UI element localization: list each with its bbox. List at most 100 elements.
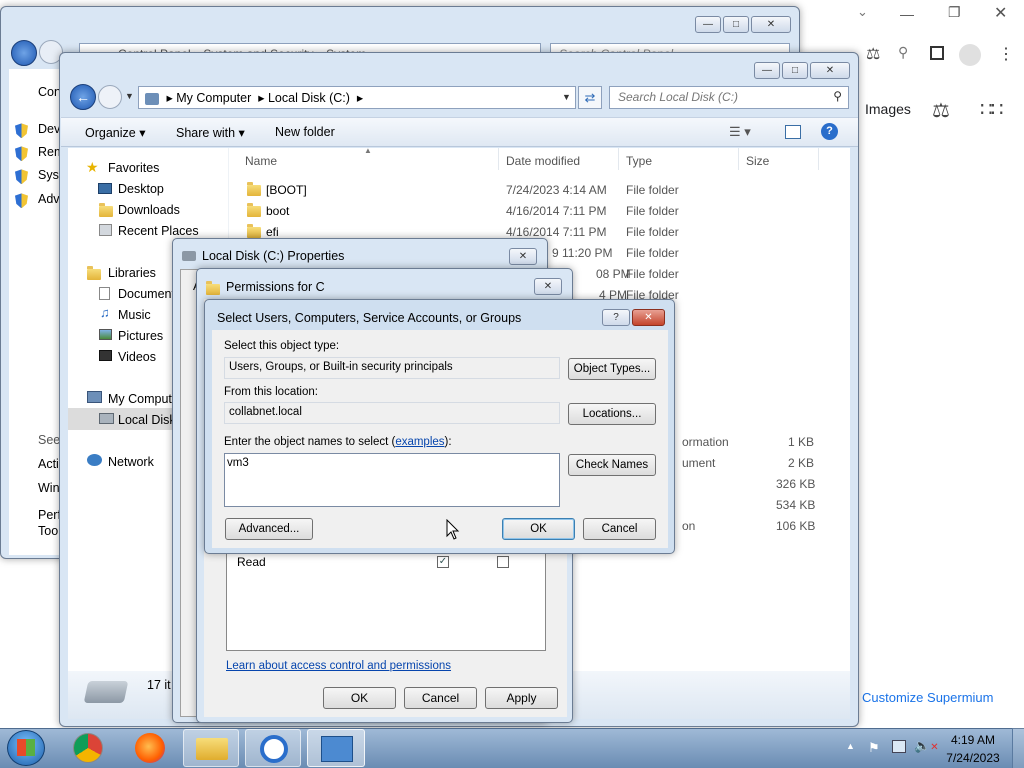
nav-libraries[interactable]: Libraries	[108, 266, 156, 280]
object-type-field: Users, Groups, or Built-in security prin…	[224, 357, 560, 379]
breadcrumb-local-disk[interactable]: Local Disk (C:)	[268, 91, 350, 105]
permissions-close-button[interactable]: ✕	[534, 278, 562, 295]
nav-music[interactable]: Music	[118, 308, 151, 322]
nav-my-computer[interactable]: My Comput	[108, 392, 172, 406]
allow-read-checkbox[interactable]: ✓	[437, 556, 449, 568]
labs-flask-icon[interactable]: ⚖	[866, 44, 880, 64]
properties-cancel-button[interactable]: Cancel	[404, 687, 477, 709]
labs-icon[interactable]: ⚖	[932, 98, 950, 123]
explorer-minimize-button[interactable]: —	[754, 62, 780, 79]
nav-network[interactable]: Network	[108, 455, 154, 469]
address-dropdown-icon[interactable]: ▼	[562, 92, 571, 102]
nav-local-disk[interactable]: Local Disk	[118, 413, 176, 427]
menu-kebab-icon[interactable]: ⋮	[998, 44, 1014, 64]
column-date[interactable]: Date modified	[506, 154, 580, 168]
explorer-close-button[interactable]: ✕	[810, 62, 850, 79]
deny-read-checkbox[interactable]	[497, 556, 509, 568]
network-tray-icon[interactable]	[892, 740, 906, 753]
browser-chevron-icon[interactable]: ⌄	[857, 4, 868, 20]
object-types-button[interactable]: Object Types...	[568, 358, 656, 380]
nav-downloads[interactable]: Downloads	[118, 203, 180, 217]
advanced-button[interactable]: Advanced...	[225, 518, 313, 540]
drive-icon	[83, 681, 129, 703]
control-panel-icon	[321, 736, 353, 762]
breadcrumb-my-computer[interactable]: My Computer	[176, 91, 251, 105]
action-center-flag-icon[interactable]: ⚑	[868, 740, 880, 756]
nav-desktop[interactable]: Desktop	[118, 182, 164, 196]
status-item-count: 17 it	[147, 678, 171, 692]
browser-minimize-icon[interactable]: —	[900, 6, 914, 22]
search-icon: ⚲	[833, 89, 842, 103]
cp-see-also-item[interactable]: Acti	[38, 457, 59, 471]
refresh-button[interactable]: ⇄	[578, 86, 602, 109]
permissions-help-link[interactable]: Learn about access control and permissio…	[226, 660, 451, 672]
help-icon[interactable]: ?	[821, 123, 838, 140]
history-dropdown-icon[interactable]: ▼	[125, 91, 134, 101]
clock-date[interactable]: 7/24/2023	[944, 751, 1002, 765]
row-size: 106 KB	[776, 519, 816, 533]
new-folder-button[interactable]: New folder	[275, 125, 335, 139]
clock-time[interactable]: 4:19 AM	[948, 733, 998, 747]
row-type-partial: on	[682, 519, 696, 533]
search-icon[interactable]: ⚲	[898, 44, 908, 61]
nav-documents[interactable]: Document	[118, 287, 175, 301]
select-ok-button[interactable]: OK	[502, 518, 575, 540]
cp-maximize-button[interactable]: □	[723, 16, 749, 33]
customize-link[interactable]: Customize Supermium	[862, 690, 994, 705]
firefox-taskbar-icon[interactable]	[135, 733, 165, 763]
chrome-alt-taskbar-icon[interactable]	[245, 729, 301, 767]
mouse-cursor-icon	[446, 519, 460, 540]
object-names-input[interactable]: vm3	[224, 453, 560, 507]
column-name[interactable]: Name	[245, 154, 277, 168]
apps-grid-icon[interactable]: ∷∷	[980, 97, 1003, 122]
preview-pane-icon[interactable]	[785, 125, 801, 139]
browser-close-icon[interactable]: ✕	[994, 3, 1007, 23]
chrome-taskbar-icon[interactable]	[73, 733, 103, 763]
sidepanel-icon[interactable]	[930, 46, 944, 60]
examples-link[interactable]: examples	[395, 436, 444, 448]
cp-sidebar-item[interactable]: Adv	[38, 192, 60, 206]
nav-pictures[interactable]: Pictures	[118, 329, 163, 343]
cp-see-also-item[interactable]: Perf	[38, 508, 61, 522]
column-type[interactable]: Type	[626, 154, 652, 168]
nav-recent-places[interactable]: Recent Places	[118, 224, 199, 238]
volume-muted-icon[interactable]: 🔈✕	[914, 738, 939, 754]
avatar[interactable]	[959, 44, 981, 66]
supermium-icon	[260, 735, 288, 763]
select-help-button[interactable]: ?	[602, 309, 630, 326]
cp-see-also-item[interactable]: Too	[38, 524, 58, 538]
select-cancel-button[interactable]: Cancel	[583, 518, 656, 540]
browser-restore-icon[interactable]: ❐	[948, 4, 961, 21]
forward-button[interactable]	[98, 85, 122, 109]
cp-minimize-button[interactable]: —	[695, 16, 721, 33]
explorer-address-bar[interactable]: ▸ My Computer ▸ Local Disk (C:) ▸	[138, 86, 576, 109]
table-row[interactable]: boot 4/16/2014 7:11 PM File folder	[245, 203, 725, 221]
cp-close-button[interactable]: ✕	[751, 16, 791, 33]
cp-sidebar-home[interactable]: Con	[38, 85, 61, 99]
column-size[interactable]: Size	[746, 154, 769, 168]
check-names-button[interactable]: Check Names	[568, 454, 656, 476]
select-close-button[interactable]: ✕	[632, 309, 665, 326]
nav-favorites[interactable]: Favorites	[108, 161, 159, 175]
cp-see-also-item[interactable]: Win	[38, 481, 60, 495]
view-options-icon[interactable]: ☰ ▾	[729, 124, 751, 140]
images-link[interactable]: Images	[865, 101, 911, 117]
show-desktop-button[interactable]	[1012, 728, 1024, 768]
explorer-taskbar-icon[interactable]	[183, 729, 239, 767]
back-button[interactable]: ←	[70, 84, 96, 110]
table-row[interactable]: [BOOT] 7/24/2023 4:14 AM File folder	[245, 182, 725, 200]
select-dialog-body: Select this object type: Users, Groups, …	[212, 330, 668, 548]
row-type: File folder	[626, 183, 679, 197]
properties-apply-button[interactable]: Apply	[485, 687, 558, 709]
organize-button[interactable]: Organize ▾	[85, 125, 145, 140]
share-with-button[interactable]: Share with ▾	[176, 125, 245, 140]
cp-back-button[interactable]	[11, 40, 37, 66]
locations-button[interactable]: Locations...	[568, 403, 656, 425]
tray-expand-icon[interactable]: ▲	[846, 741, 855, 751]
control-panel-taskbar-icon[interactable]	[307, 729, 365, 767]
properties-ok-button[interactable]: OK	[323, 687, 396, 709]
explorer-search-input[interactable]: Search Local Disk (C:) ⚲	[609, 86, 849, 109]
nav-videos[interactable]: Videos	[118, 350, 156, 364]
explorer-maximize-button[interactable]: □	[782, 62, 808, 79]
properties-close-button[interactable]: ✕	[509, 248, 537, 265]
